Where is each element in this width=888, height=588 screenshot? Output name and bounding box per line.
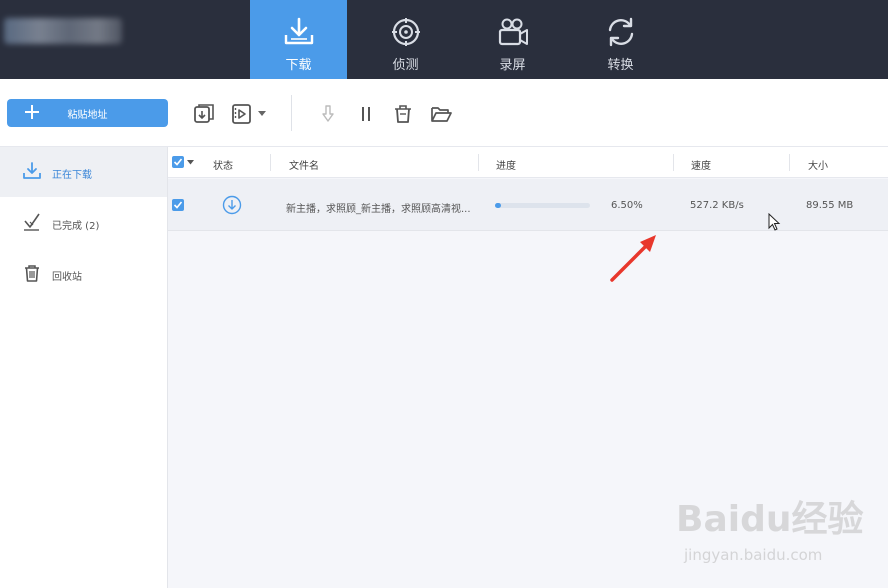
top-nav-bar: 下载 侦测 录屏 转换 (0, 0, 888, 79)
progress-bar (495, 203, 590, 208)
select-all-checkbox[interactable] (172, 156, 184, 168)
header-filename[interactable]: 文件名 (289, 157, 319, 172)
row-speed: 527.2 KB/s (690, 200, 744, 211)
column-separator (478, 154, 479, 171)
row-progress-text: 6.50% (611, 200, 643, 211)
downloading-status-icon (222, 195, 242, 215)
delete-icon[interactable] (392, 103, 414, 125)
tab-detect-label: 侦测 (392, 58, 419, 73)
mouse-cursor-icon (768, 213, 781, 231)
camera-icon (496, 15, 530, 49)
header-progress[interactable]: 进度 (496, 157, 516, 172)
row-filename: 新主播，求照顾_新主播，求照顾高清视... (286, 204, 471, 215)
watermark-brand: Baidu经验 (676, 499, 864, 540)
start-icon[interactable] (317, 103, 339, 125)
download-tray-icon (282, 15, 316, 49)
target-icon (389, 15, 423, 49)
tab-convert-label: 转换 (607, 58, 634, 73)
dropdown-arrow-icon[interactable] (256, 103, 268, 125)
sidebar-item-downloading[interactable]: 正在下载 (0, 147, 167, 197)
completed-check-icon (24, 213, 40, 231)
sidebar-item-completed[interactable]: 已完成 (2) (0, 198, 167, 248)
row-size: 89.55 MB (806, 200, 854, 211)
column-separator (789, 154, 790, 171)
column-separator (673, 154, 674, 171)
header-size[interactable]: 大小 (808, 157, 828, 172)
toolbar-divider (291, 95, 292, 131)
tab-record-label: 录屏 (499, 58, 526, 73)
import-task-icon[interactable] (193, 103, 215, 125)
select-dropdown-icon[interactable] (187, 160, 194, 165)
download-icon (23, 162, 41, 179)
toolbar: 粘贴地址 (0, 79, 888, 147)
paste-address-button[interactable]: 粘贴地址 (7, 99, 168, 127)
app-logo (4, 18, 122, 44)
tab-record[interactable]: 录屏 (464, 0, 561, 79)
open-folder-icon[interactable] (430, 103, 452, 125)
row-checkbox[interactable] (172, 199, 184, 211)
paste-address-label: 粘贴地址 (67, 109, 108, 121)
pause-icon[interactable] (355, 103, 377, 125)
trash-icon (25, 265, 39, 282)
sidebar-item-label: 正在下载 (52, 170, 92, 181)
baidu-watermark: Baidu经验 jingyan.baidu.com (676, 490, 876, 580)
sidebar: 正在下载 已完成 (2) 回收站 (0, 147, 168, 588)
sidebar-item-recycle-bin[interactable]: 回收站 (0, 249, 167, 299)
tab-download[interactable]: 下载 (250, 0, 347, 79)
column-separator (270, 154, 271, 171)
watermark-url: jingyan.baidu.com (684, 546, 823, 564)
header-speed[interactable]: 速度 (691, 157, 711, 172)
video-icon[interactable] (231, 103, 253, 125)
tab-download-label: 下载 (285, 58, 312, 73)
table-header: 状态 文件名 进度 速度 大小 (168, 147, 888, 178)
header-status[interactable]: 状态 (213, 157, 233, 172)
sidebar-item-label: 回收站 (52, 272, 82, 283)
tab-detect[interactable]: 侦测 (357, 0, 454, 79)
tab-convert[interactable]: 转换 (572, 0, 669, 79)
progress-bar-fill (495, 203, 502, 208)
sidebar-item-label: 已完成 (2) (52, 221, 100, 232)
annotation-arrow (610, 235, 656, 282)
convert-icon (604, 15, 638, 49)
